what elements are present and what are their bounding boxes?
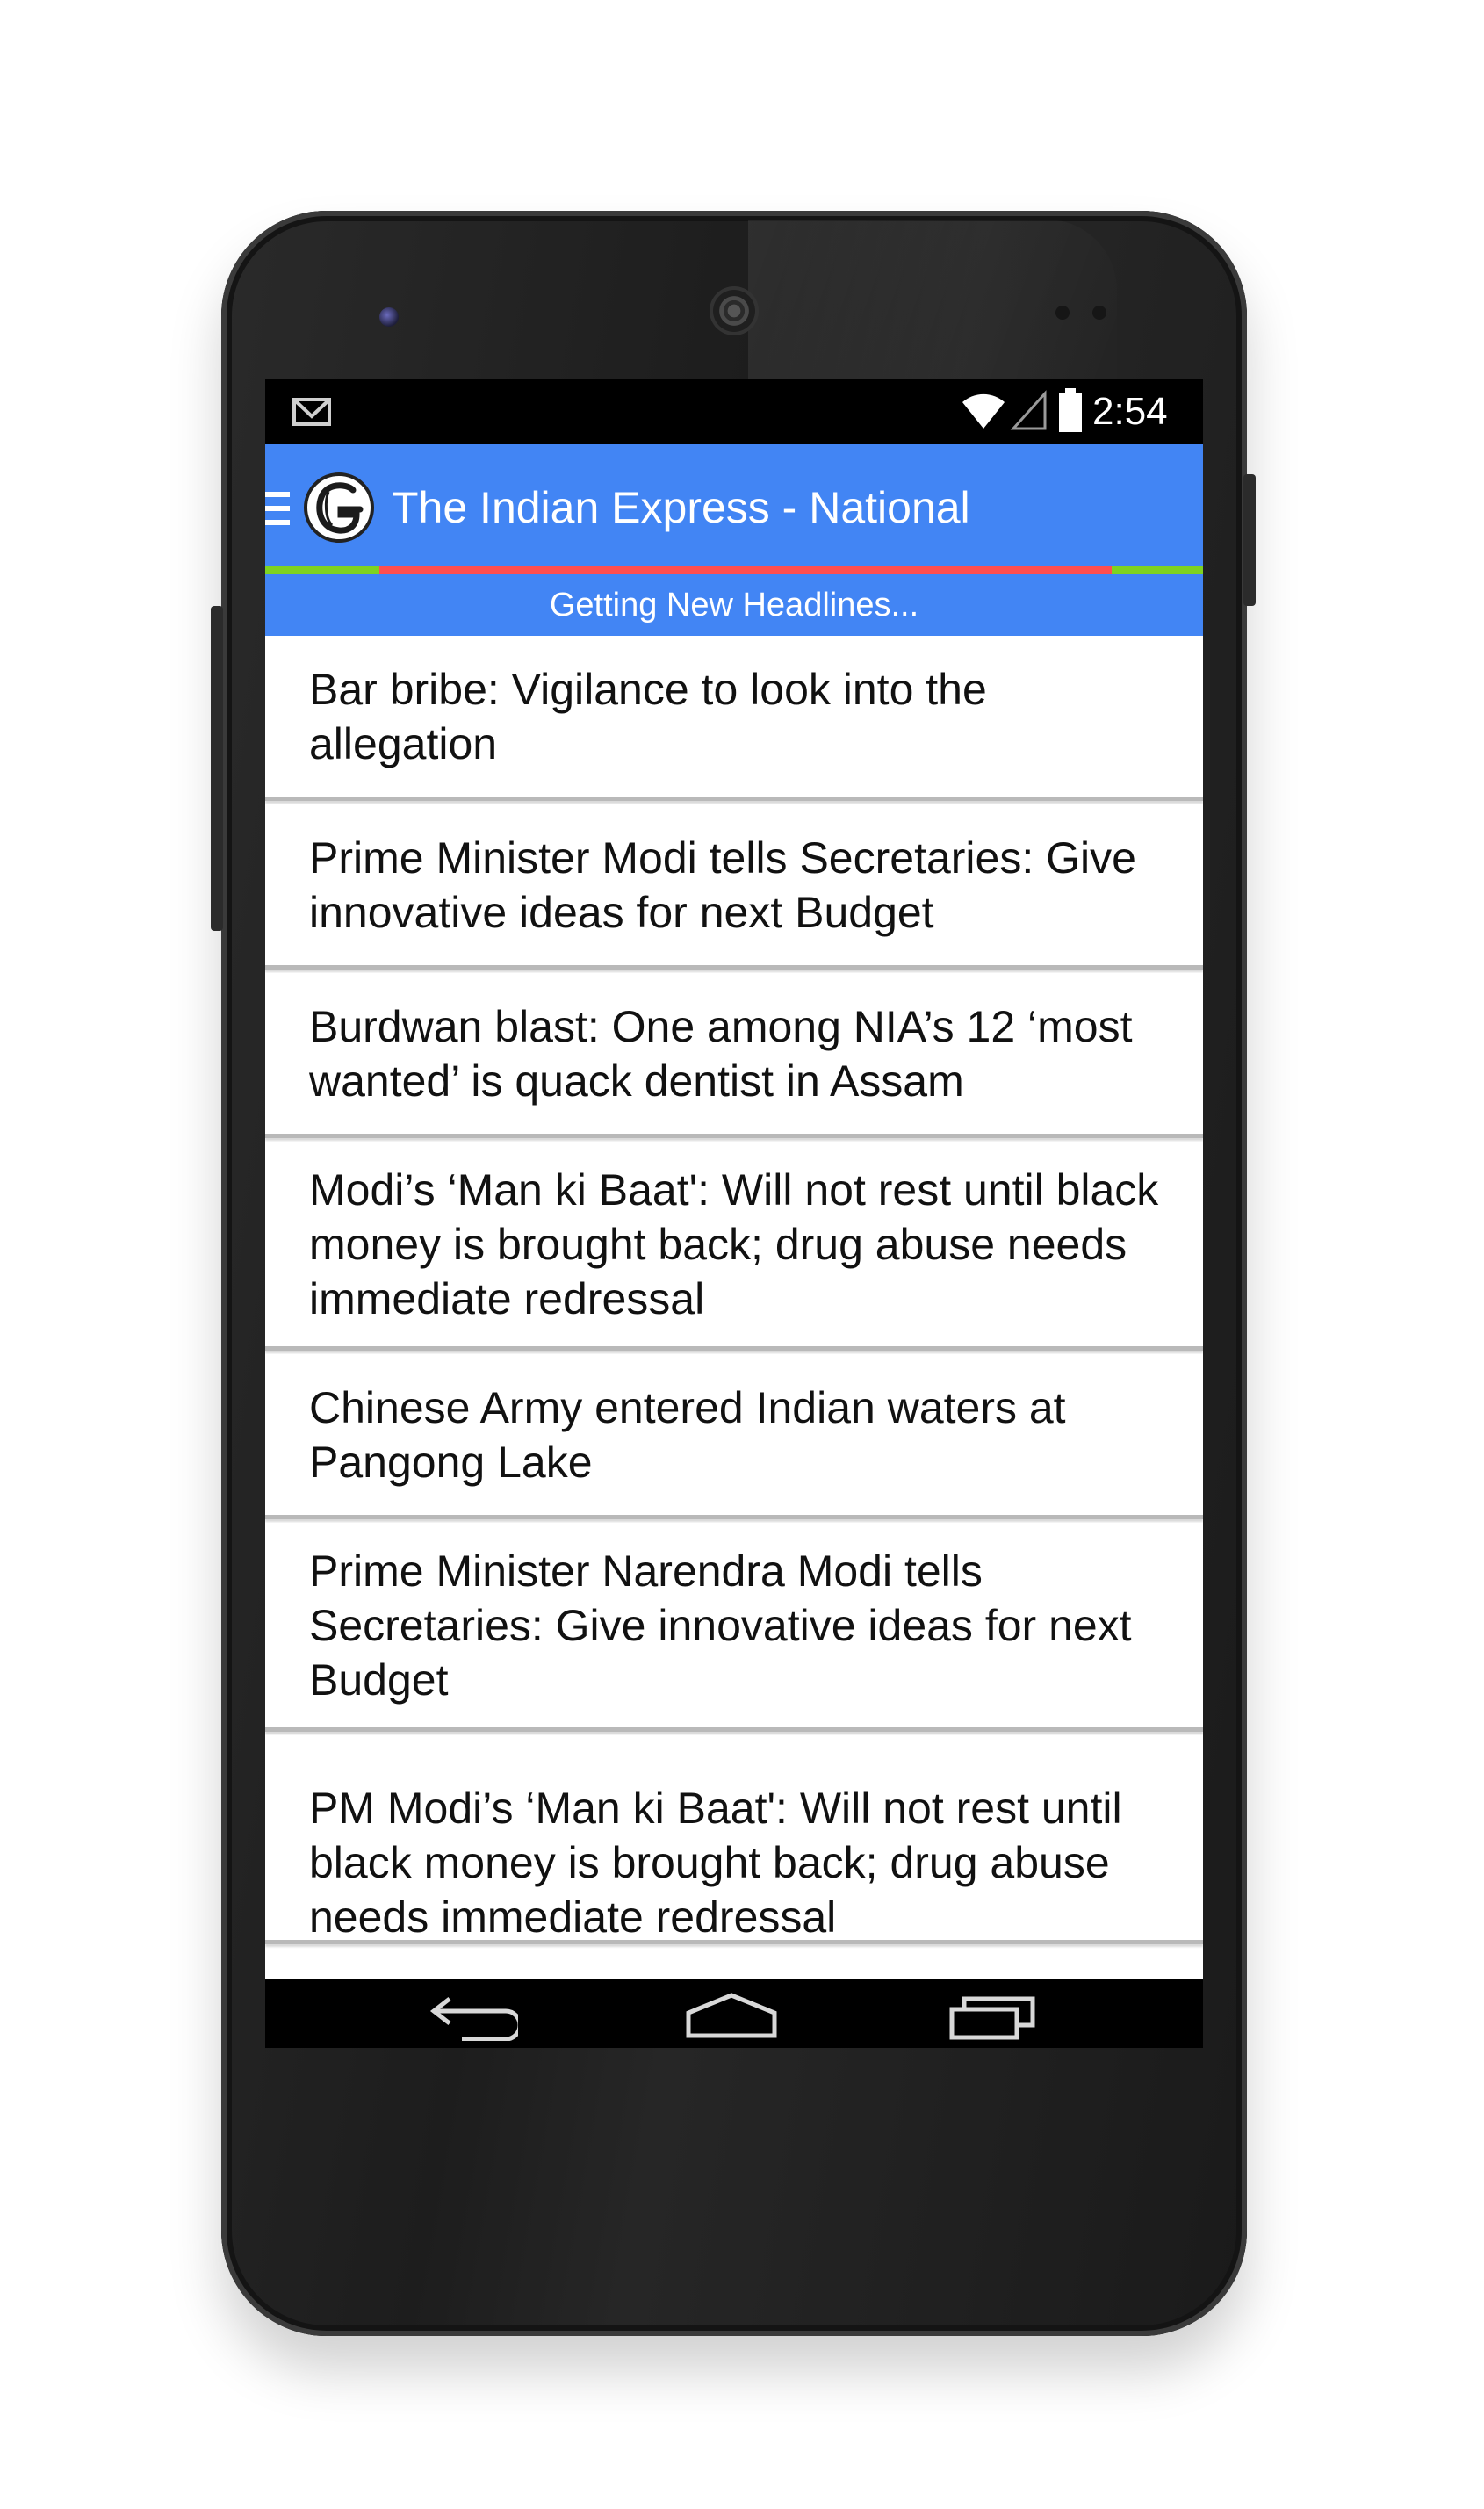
progress-bar [265,566,1203,574]
front-camera [379,307,399,327]
battery-icon [1059,388,1082,432]
earpiece-speaker [710,286,759,335]
power-button [1243,474,1256,606]
headline-text: Chinese Army entered Indian waters at Pa… [309,1382,1066,1487]
signal-icon [1010,390,1047,430]
proximity-sensor [1055,306,1070,320]
headline-text: PM Modi’s ‘Man ki Baat': Will not rest u… [309,1784,1122,1942]
light-sensor [1092,306,1106,320]
menu-icon[interactable] [265,490,292,527]
clock: 2:54 [1092,390,1168,433]
recents-icon[interactable] [948,1992,1040,2041]
progress-indicator [379,566,1112,574]
headline-text: Prime Minister Narendra Modi tells Secre… [309,1546,1132,1705]
loading-status: Getting New Headlines... [265,574,1203,636]
app-bar: The Indian Express - National [265,444,1203,574]
headline-list[interactable]: Bar bribe: Vigilance to look into the al… [265,636,1203,1979]
headline-text: Prime Minister Modi tells Secretaries: G… [309,833,1136,937]
app-title: The Indian Express - National [392,483,970,532]
headline-text: Bar bribe: Vigilance to look into the al… [309,664,987,768]
status-bar: 2:54 [265,379,1203,444]
wifi-icon [962,393,1005,429]
navigation-bar [265,1979,1203,2048]
list-item[interactable]: Burdwan blast: One among NIA’s 12 ‘most … [265,973,1203,1138]
list-item[interactable]: Prime Minister Narendra Modi tells Secre… [265,1523,1203,1732]
list-item[interactable]: Prime Minister Modi tells Secretaries: G… [265,804,1203,970]
list-item[interactable]: PM Modi’s ‘Man ki Baat': Will not rest u… [265,1735,1203,1944]
headline-text: Burdwan blast: One among NIA’s 12 ‘most … [309,1001,1133,1106]
home-icon[interactable] [683,1992,780,2041]
newspaper-logo-icon[interactable] [302,471,376,544]
volume-button [211,606,223,931]
gmail-icon [292,398,331,426]
list-item[interactable]: Bar bribe: Vigilance to look into the al… [265,636,1203,801]
list-item[interactable]: Modi’s ‘Man ki Baat': Will not rest unti… [265,1142,1203,1351]
list-item[interactable]: Chinese Army entered Indian waters at Pa… [265,1354,1203,1519]
headline-text: Modi’s ‘Man ki Baat': Will not rest unti… [309,1164,1159,1323]
phone-screen: 2:54 The Indian Express - National Getti… [265,379,1203,2048]
back-icon[interactable] [427,1994,518,2041]
